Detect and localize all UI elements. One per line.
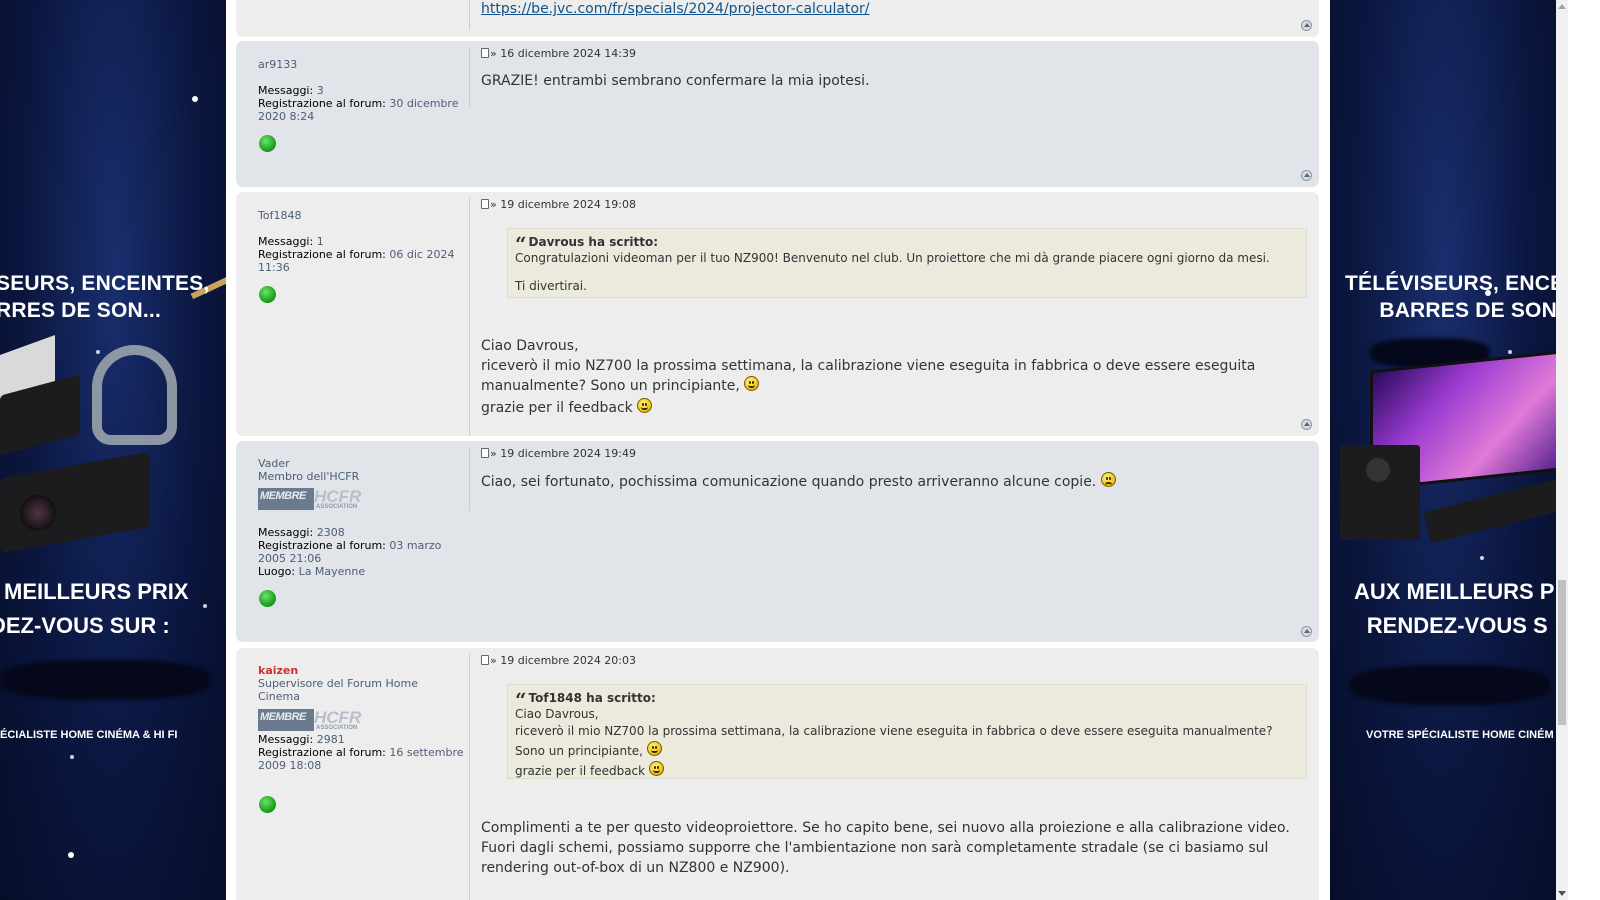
- post-messages-count: Messaggi: 1: [258, 235, 324, 248]
- projector-lens-image: [20, 495, 56, 531]
- post-text: Ciao, sei fortunato, pochissima comunica…: [481, 472, 1307, 492]
- post: Tof1848 Messaggi: 1 Registrazione al for…: [236, 192, 1319, 436]
- post: kaizen Supervisore del Forum Home Cinema…: [236, 648, 1319, 900]
- projector-calculator-link[interactable]: https://be.jvc.com/fr/specials/2024/proj…: [481, 1, 869, 17]
- post-text: Ciao Davrous, riceverò il mio NZ700 la p…: [481, 338, 1256, 416]
- right-ad-headline: TÉLÉVISEURS, ENCE BARRES DE SON: [1345, 272, 1556, 322]
- post-divider: [469, 198, 470, 436]
- post-partial: https://be.jvc.com/fr/specials/2024/proj…: [236, 0, 1319, 37]
- ad-logo-area: [0, 660, 210, 700]
- back-to-top-icon[interactable]: [1301, 419, 1312, 430]
- rank-badge-image: MEMBRE HCFR ASSOCIATION: [258, 487, 362, 510]
- ad-star-decoration: [96, 350, 100, 354]
- post-text: GRAZIE! entrambi sembrano confermare la …: [481, 73, 870, 89]
- post-divider: [469, 0, 470, 30]
- ad-star-decoration: [1508, 350, 1512, 354]
- post: ar9133 Messaggi: 3 Registrazione al foru…: [236, 41, 1319, 187]
- forum-topic: https://be.jvc.com/fr/specials/2024/proj…: [226, 0, 1330, 900]
- right-ad-cta: AUX MEILLEURS P RENDEZ-VOUS S: [1354, 579, 1555, 638]
- post-registration-date: Registrazione al forum: 30 dicembre 2020…: [258, 97, 459, 123]
- online-indicator-icon: [259, 796, 276, 813]
- post-divider: [469, 447, 470, 511]
- post-author-rank: Membro dell'HCFR: [258, 470, 360, 483]
- ad-star-decoration: [68, 852, 74, 858]
- back-to-top-icon[interactable]: [1301, 626, 1312, 637]
- ad-logo-area: [1350, 665, 1550, 705]
- left-ad-footer: ÉCIALISTE HOME CINÉMA & HI FI: [0, 729, 178, 741]
- post-date: » 19 dicembre 2024 20:03: [481, 654, 636, 668]
- ad-star-decoration: [1480, 556, 1484, 560]
- post-registration-date: Registrazione al forum: 06 dic 2024 11:3…: [258, 248, 455, 274]
- quote-text: Congratulazioni videoman per il tuo NZ90…: [515, 251, 1270, 265]
- post-divider: [469, 47, 470, 107]
- quote-author: “Tof1848 ha scritto:: [515, 688, 656, 712]
- laughing-smiley-icon: [646, 741, 662, 756]
- ad-star-decoration: [192, 96, 198, 102]
- rank-badge-image: MEMBRE HCFR ASSOCIATION: [258, 708, 362, 731]
- post-messages-count: Messaggi: 2308: [258, 526, 345, 539]
- post-icon[interactable]: [481, 655, 489, 665]
- right-ad-banner[interactable]: TÉLÉVISEURS, ENCE BARRES DE SON AUX MEIL…: [1330, 0, 1556, 900]
- online-indicator-icon: [259, 135, 276, 152]
- post-registration-date: Registrazione al forum: 03 marzo 2005 21…: [258, 539, 442, 565]
- post-date: » 19 dicembre 2024 19:49: [481, 447, 636, 461]
- sad-smiley-icon: [1100, 472, 1116, 487]
- post: Vader Membro dell'HCFR Messaggi: 2308 Re…: [236, 441, 1319, 642]
- post-author[interactable]: Vader: [258, 457, 470, 470]
- post-text: Complimenti a te per questo videoproiett…: [481, 820, 1290, 876]
- scrollbar-thumb[interactable]: [1558, 580, 1566, 725]
- right-ad-footer: VOTRE SPÉCIALISTE HOME CINÉM: [1366, 729, 1554, 741]
- back-to-top-icon[interactable]: [1301, 20, 1312, 31]
- left-ad-banner[interactable]: SEURS, ENCEINTES, RRES DE SON... MEILLEU…: [0, 0, 226, 900]
- post-author-rank: Supervisore del Forum Home Cinema: [258, 677, 418, 703]
- scroll-up-arrow-icon[interactable]: [1558, 4, 1566, 9]
- back-to-top-icon[interactable]: [1301, 170, 1312, 181]
- post-author[interactable]: ar9133: [258, 58, 470, 71]
- speaker-woofer-image: [1366, 458, 1390, 482]
- headphones-image: [92, 345, 177, 445]
- quote-text: grazie per il feedback: [515, 761, 1299, 778]
- post-icon[interactable]: [481, 199, 489, 209]
- quote-block: “Davrous ha scritto: Congratulazioni vid…: [507, 228, 1307, 298]
- post-icon[interactable]: [481, 48, 489, 58]
- soundbar-image: [1423, 478, 1556, 544]
- post-author[interactable]: Tof1848: [258, 209, 470, 222]
- left-ad-headline: SEURS, ENCEINTES, RRES DE SON...: [0, 272, 210, 322]
- post-registration-date: Registrazione al forum: 16 settembre 200…: [258, 746, 464, 772]
- post-profile: Tof1848 Messaggi: 1 Registrazione al for…: [258, 209, 470, 274]
- page-scrollbar[interactable]: [1556, 0, 1568, 900]
- laughing-smiley-icon: [744, 376, 760, 391]
- post-date: » 19 dicembre 2024 19:08: [481, 198, 636, 212]
- wink-smiley-icon: [637, 398, 653, 413]
- quote-block: “Tof1848 ha scritto: Ciao Davrous, ricev…: [507, 684, 1307, 779]
- post-date: » 16 dicembre 2024 14:39: [481, 47, 636, 61]
- left-ad-cta: MEILLEURS PRIX DEZ-VOUS SUR :: [0, 579, 189, 638]
- post-location: Luogo: La Mayenne: [258, 565, 366, 578]
- quote-text: riceverò il mio NZ700 la prossima settim…: [515, 724, 1273, 758]
- post-profile: Vader Membro dell'HCFR Messaggi: 2308 Re…: [258, 457, 470, 578]
- online-indicator-icon: [259, 590, 276, 607]
- scroll-down-arrow-icon[interactable]: [1558, 891, 1566, 896]
- post-profile: ar9133 Messaggi: 3 Registrazione al foru…: [258, 58, 470, 123]
- quote-text: Ciao Davrous,: [515, 707, 599, 721]
- post-divider: [469, 654, 470, 900]
- post-messages-count: Messaggi: 3: [258, 84, 324, 97]
- post-author[interactable]: kaizen: [258, 664, 470, 677]
- quote-text: Ti divertirai.: [515, 279, 587, 293]
- ad-star-decoration: [70, 755, 74, 759]
- wink-smiley-icon: [648, 761, 664, 776]
- post-messages-count: Messaggi: 2981: [258, 733, 345, 746]
- post-icon[interactable]: [481, 448, 489, 458]
- online-indicator-icon: [259, 286, 276, 303]
- ad-star-decoration: [203, 604, 207, 608]
- quote-author: “Davrous ha scritto:: [515, 232, 659, 256]
